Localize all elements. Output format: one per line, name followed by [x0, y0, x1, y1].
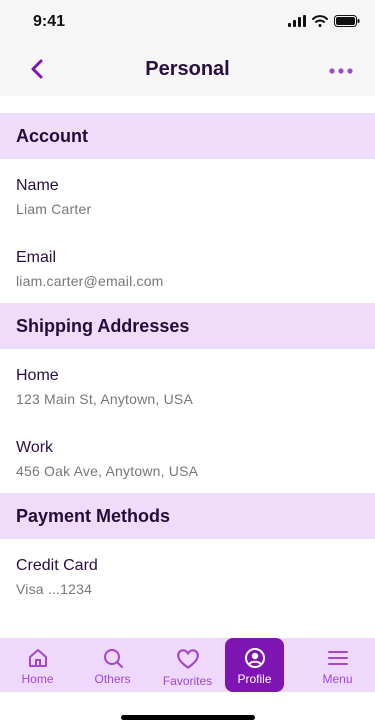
item-label: Work — [16, 439, 54, 456]
home-icon — [28, 649, 47, 667]
signal-icon — [288, 15, 306, 27]
menu-icon — [327, 651, 348, 665]
item-label: Credit Card — [16, 557, 98, 574]
item-label: Name — [16, 177, 59, 194]
tab-label: Menu — [322, 672, 353, 686]
section-header-account: Account — [0, 113, 375, 159]
list-item-credit-card[interactable]: Credit Card Visa ...1234 — [0, 539, 375, 611]
tab-profile[interactable]: Profile — [225, 638, 300, 692]
item-value: 456 Oak Ave, Anytown, USA — [16, 463, 199, 479]
wifi-icon — [312, 15, 328, 27]
tab-label: Profile — [237, 672, 272, 686]
page-title: Personal — [145, 58, 230, 80]
item-label: Home — [16, 367, 59, 384]
search-icon — [103, 649, 123, 668]
section-header-payment: Payment Methods — [0, 493, 375, 539]
item-label: Email — [16, 249, 57, 266]
status-time: 9:41 — [33, 13, 66, 30]
tab-menu[interactable]: Menu — [300, 638, 375, 692]
status-bar: 9:41 — [0, 0, 375, 44]
status-icons — [288, 15, 360, 27]
tab-bar: Home Others Favorites Profile Menu — [0, 638, 375, 692]
tab-home[interactable]: Home — [0, 638, 75, 692]
more-button[interactable] — [327, 64, 355, 76]
list-item-home-address[interactable]: Home 123 Main St, Anytown, USA — [0, 349, 375, 421]
item-value: Liam Carter — [16, 201, 92, 217]
list-item-email[interactable]: Email liam.carter@email.com — [0, 231, 375, 303]
list-item-name[interactable]: Name Liam Carter — [0, 159, 375, 231]
nav-bar: Personal — [0, 44, 375, 96]
section-header-shipping: Shipping Addresses — [0, 303, 375, 349]
tab-label: Home — [21, 672, 54, 686]
tab-label: Favorites — [162, 674, 213, 688]
settings-list: Account Name Liam Carter Email liam.cart… — [0, 113, 375, 611]
tab-profile-content: Profile — [225, 638, 284, 692]
battery-icon — [334, 15, 360, 27]
tab-favorites[interactable]: Favorites — [150, 638, 225, 692]
item-value: 123 Main St, Anytown, USA — [16, 391, 193, 407]
more-dots-icon — [329, 68, 353, 74]
tab-label: Others — [94, 672, 131, 686]
list-item-work-address[interactable]: Work 456 Oak Ave, Anytown, USA — [0, 421, 375, 493]
heart-icon — [176, 649, 199, 669]
home-indicator — [121, 715, 255, 720]
tab-others[interactable]: Others — [75, 638, 150, 692]
item-value: liam.carter@email.com — [16, 273, 164, 289]
profile-icon — [244, 648, 265, 668]
item-value: Visa ...1234 — [16, 581, 93, 597]
